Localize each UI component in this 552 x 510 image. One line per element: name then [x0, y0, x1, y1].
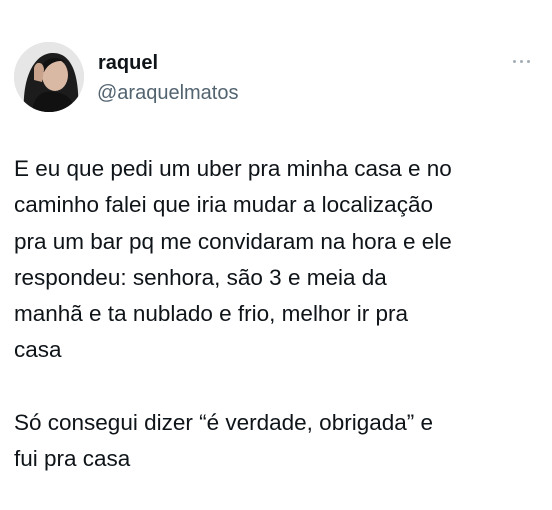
tweet-line: pra um bar pq me convidaram na hora e el…: [14, 228, 452, 254]
tweet-paragraph: Só consegui dizer “é verdade, obrigada” …: [14, 405, 544, 478]
tweet-line: E eu que pedi um uber pra minha casa e n…: [14, 156, 452, 181]
tweet-paragraph: E eu que pedi um uber pra minha casa e n…: [14, 151, 544, 369]
more-horizontal-icon[interactable]: [510, 54, 534, 68]
avatar-image: [14, 42, 84, 112]
display-name[interactable]: raquel: [98, 51, 158, 75]
more-dot: [527, 60, 530, 63]
tweet-text: E eu que pedi um uber pra minha casa e n…: [14, 151, 544, 478]
tweet-card: raquel @araquelmatos E eu que pedi um ub…: [0, 0, 552, 510]
tweet-line: respondeu: senhora, são 3 e meia da: [14, 264, 387, 290]
tweet-line: casa: [14, 337, 62, 363]
more-dot: [520, 60, 523, 63]
tweet-line: manhã e ta nublado e frio, melhor ir pra: [14, 301, 408, 327]
tweet-line: fui pra casa: [14, 446, 131, 472]
user-handle[interactable]: @araquelmatos: [97, 81, 238, 105]
tweet-line: caminho falei que iria mudar a localizaç…: [14, 192, 433, 218]
more-dot: [513, 60, 516, 63]
avatar[interactable]: [14, 42, 84, 112]
tweet-line: Só consegui dizer “é verdade, obrigada” …: [14, 410, 434, 436]
